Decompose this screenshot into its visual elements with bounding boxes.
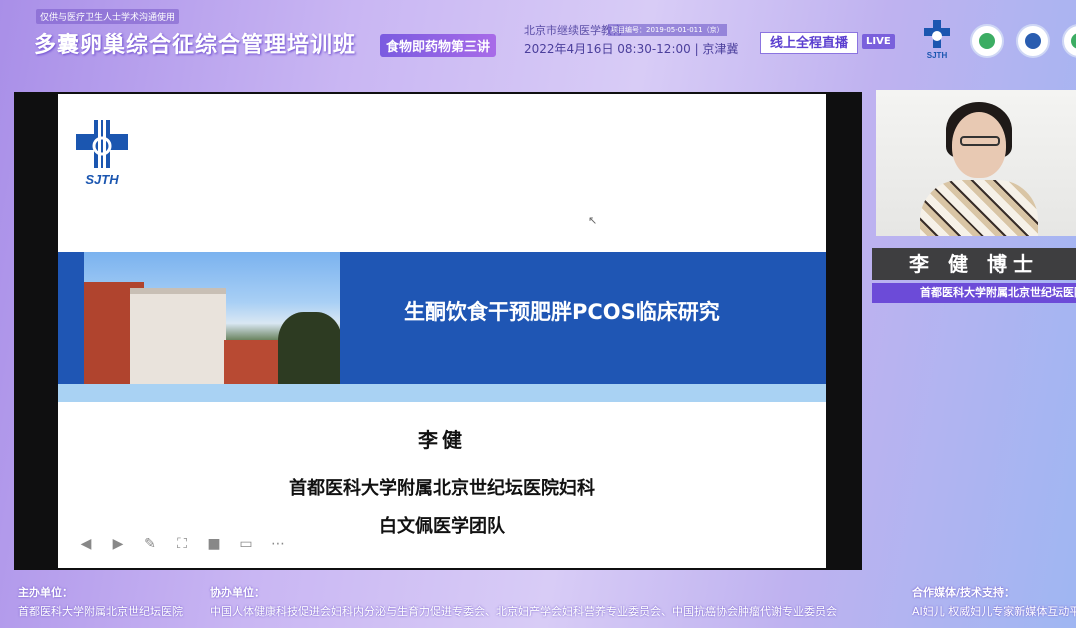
media-label: 合作媒体/技术支持： bbox=[912, 586, 1016, 599]
co-organizers: 中国人体健康科技促进会妇科内分泌与生育力促进专委会、北京妇产学会妇科营养专业委员… bbox=[210, 605, 837, 618]
partner-logo-3 bbox=[1062, 24, 1076, 58]
previous-icon[interactable]: ◀ bbox=[76, 534, 96, 554]
play-icon[interactable]: ▶ bbox=[108, 534, 128, 554]
media-partner: AI妇儿 权威妇儿专家新媒体互动平台 bbox=[912, 605, 1076, 618]
event-datetime: 2022年4月16日 08:30-12:00 | 京津冀 bbox=[524, 42, 739, 56]
speaker-name: 李 健 博士 bbox=[872, 248, 1076, 280]
accent-band bbox=[58, 384, 826, 402]
co-organizer-label: 协办单位： bbox=[210, 586, 265, 599]
speaker-affiliation: 首都医科大学附属北京世纪坛医院妇科 bbox=[872, 283, 1076, 303]
hospital-photo bbox=[84, 252, 340, 384]
caption-icon[interactable]: ▭ bbox=[236, 534, 256, 554]
presentation-slide: SJTH ↖ 生酮饮食干预肥胖PCOS临床研究 李健 首都医科大学附属北京世纪坛… bbox=[58, 94, 826, 568]
host-org: 首都医科大学附属北京世纪坛医院 bbox=[18, 605, 183, 618]
project-code: 项目编号：2019-05-01-011（京） bbox=[608, 24, 727, 36]
live-broadcast-button[interactable]: 线上全程直播 bbox=[760, 32, 858, 54]
lecture-subtitle: 食物即药物第三讲 bbox=[380, 34, 497, 57]
live-icon: LIVE bbox=[862, 34, 895, 49]
presenter-affiliation: 首都医科大学附属北京世纪坛医院妇科 bbox=[289, 478, 595, 499]
more-icon[interactable]: ⋯ bbox=[268, 534, 288, 554]
sjth-logo-icon: SJTH bbox=[76, 120, 128, 187]
presenter-name: 李健 bbox=[418, 428, 466, 452]
pen-icon[interactable]: ✎ bbox=[140, 534, 160, 554]
fullscreen-icon[interactable]: ⛶ bbox=[172, 534, 192, 554]
partner-logo-1 bbox=[970, 24, 1004, 58]
camera-icon[interactable]: ■ bbox=[204, 534, 224, 554]
partner-logo-2 bbox=[1016, 24, 1050, 58]
usage-note: 仅供与医疗卫生人士学术沟通使用 bbox=[36, 9, 180, 24]
speaker-video bbox=[876, 90, 1076, 236]
slide-title: 生酮饮食干预肥胖PCOS临床研究 bbox=[404, 300, 720, 324]
host-label: 主办单位： bbox=[18, 586, 73, 599]
svg-text:SJTH: SJTH bbox=[927, 51, 948, 60]
slide-toolbar: ◀ ▶ ✎ ⛶ ■ ▭ ⋯ bbox=[76, 534, 288, 554]
svg-text:SJTH: SJTH bbox=[85, 172, 119, 187]
mouse-cursor-icon: ↖ bbox=[588, 214, 598, 227]
event-header: 仅供与医疗卫生人士学术沟通使用 多囊卵巢综合征综合管理培训班 食物即药物第三讲 … bbox=[0, 0, 1076, 62]
sjth-logo-icon: SJTH bbox=[924, 20, 950, 60]
event-title: 多囊卵巢综合征综合管理培训班 bbox=[34, 33, 357, 58]
